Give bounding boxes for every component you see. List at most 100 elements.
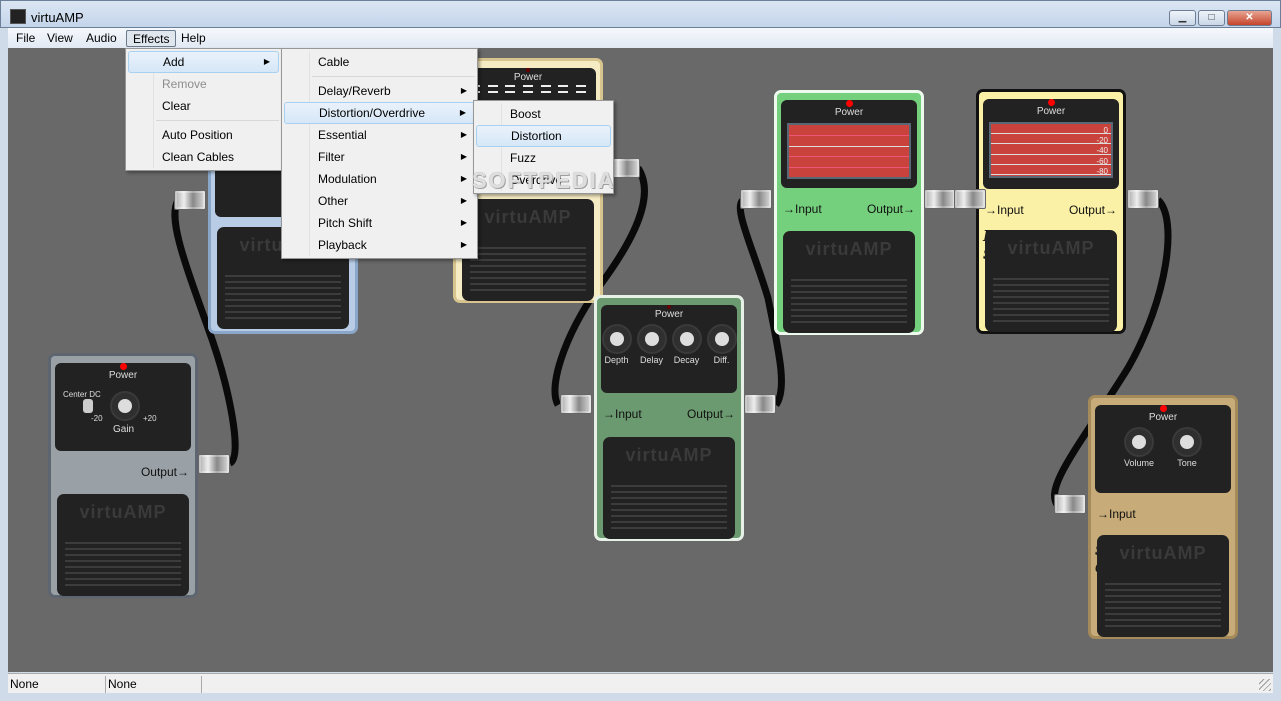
window-title: virtuAMP <box>31 10 84 25</box>
footswitch[interactable]: virtuAMP <box>603 437 735 539</box>
speaker-cabinet-body: →InputSpeaker CabnitvirtuAMP <box>1095 497 1231 639</box>
cable-jack[interactable] <box>924 189 956 209</box>
menu-item-filter[interactable]: Filter ▶ <box>284 146 475 168</box>
eq-slider[interactable] <box>487 85 498 87</box>
eq-slider[interactable] <box>522 91 533 93</box>
footswitch[interactable]: virtuAMP <box>462 199 594 301</box>
knob-diff[interactable]: Diff. <box>706 324 737 365</box>
menu-item-essential[interactable]: Essential ▶ <box>284 124 475 146</box>
power-led-icon <box>845 100 853 107</box>
menu-file[interactable]: File <box>10 30 41 47</box>
preamp-pedal[interactable]: Power Center DC -20 +20 Gain Output→Preampvir… <box>48 353 198 598</box>
delay-knob-icon[interactable] <box>636 324 667 354</box>
eq-slider[interactable] <box>505 85 516 87</box>
fft-spectrum-pedal[interactable]: Power0-20-40-60-80→InputOutput→FFT Spect… <box>976 89 1126 334</box>
input-port-label: →Input <box>603 407 642 421</box>
brand-logo: virtuAMP <box>625 445 713 465</box>
distortion-menu: Boost Distortion Fuzz Overdrive <box>473 100 614 194</box>
menu-item-fuzz[interactable]: Fuzz <box>476 147 611 169</box>
menu-item-auto-position[interactable]: Auto Position <box>128 124 279 146</box>
gain-max-label: +20 <box>143 414 157 423</box>
knob-decay[interactable]: Decay <box>671 324 702 365</box>
gain-knob-icon[interactable] <box>110 391 140 421</box>
cable-jack[interactable] <box>174 190 206 210</box>
menu-item-other[interactable]: Other ▶ <box>284 190 475 212</box>
submenu-arrow-icon: ▶ <box>459 108 466 117</box>
eq-slider[interactable] <box>576 91 587 93</box>
eq-slider[interactable] <box>558 85 569 87</box>
menu-view[interactable]: View <box>41 30 79 47</box>
menu-item-distortion-overdrive[interactable]: Distortion/Overdrive ▶ <box>284 102 475 124</box>
diff-label: Diff. <box>713 355 730 365</box>
oscilloscope-body: →InputOutput→OscilloscopevirtuAMP <box>781 192 917 335</box>
cable-jack[interactable] <box>1054 494 1086 514</box>
brand-logo: virtuAMP <box>1007 238 1095 258</box>
spectrum-screen: 0 -20 -40 -60 -80 <box>989 122 1113 178</box>
eq-slider[interactable] <box>487 91 498 93</box>
speaker-cabinet-pedal[interactable]: Power Volume Tone →InputSpeaker Cabnitvirtu… <box>1088 395 1238 639</box>
eq-slider[interactable] <box>540 91 551 93</box>
power-label: Power <box>108 370 138 381</box>
footswitch[interactable]: virtuAMP <box>1097 535 1229 637</box>
menu-item-pitch-shift[interactable]: Pitch Shift ▶ <box>284 212 475 234</box>
input-port-label: →Input <box>985 203 1024 217</box>
menu-item-distortion[interactable]: Distortion <box>476 125 611 147</box>
power-label: Power <box>834 107 864 118</box>
knob-delay[interactable]: Delay <box>636 324 667 365</box>
menu-item-add[interactable]: Add ▶ <box>128 51 279 73</box>
menu-item-clean-cables[interactable]: Clean Cables <box>128 146 279 168</box>
center-dc-switch[interactable] <box>83 399 93 413</box>
maximize-button[interactable]: □ <box>1198 10 1225 26</box>
decay-knob-icon[interactable] <box>671 324 702 354</box>
power-label: Power <box>1036 106 1066 117</box>
grille <box>791 275 907 323</box>
menu-item-boost[interactable]: Boost <box>476 103 611 125</box>
volume-knob-icon[interactable] <box>1124 427 1154 457</box>
menu-help[interactable]: Help <box>175 30 212 47</box>
eq-slider[interactable] <box>505 91 516 93</box>
scale-label: 0 <box>1103 125 1108 135</box>
oscilloscope-pedal[interactable]: Power →InputOutput→OscilloscopevirtuAMP <box>774 90 924 335</box>
footswitch[interactable]: virtuAMP <box>783 231 915 333</box>
cable-jack[interactable] <box>740 189 772 209</box>
grille <box>993 274 1109 322</box>
menu-item-overdrive[interactable]: Overdrive <box>476 169 611 191</box>
knob-depth[interactable]: Depth <box>601 324 632 365</box>
cable-jack[interactable] <box>1127 189 1159 209</box>
status-panel-2: None <box>106 676 202 693</box>
tone-label: Tone <box>1177 458 1197 468</box>
eq-slider[interactable] <box>558 91 569 93</box>
menu-item-clear[interactable]: Clear <box>128 95 279 117</box>
eq-slider[interactable] <box>522 85 533 87</box>
diff-knob-icon[interactable] <box>706 324 737 354</box>
resize-grip[interactable] <box>1259 679 1271 691</box>
oscilloscope-screen <box>787 123 911 179</box>
minimize-button[interactable]: ▁ <box>1169 10 1196 26</box>
eq-slider[interactable] <box>576 85 587 87</box>
cable-jack[interactable] <box>954 189 986 209</box>
oscilloscope-control-panel: Power <box>781 100 917 188</box>
menu-item-modulation[interactable]: Modulation ▶ <box>284 168 475 190</box>
tone-knob-icon[interactable] <box>1172 427 1202 457</box>
depth-knob-icon[interactable] <box>601 324 632 354</box>
footswitch[interactable]: virtuAMP <box>57 494 189 596</box>
knob-volume[interactable]: Volume <box>1117 427 1161 468</box>
brand-logo: virtuAMP <box>79 502 167 522</box>
menu-item-delay-reverb[interactable]: Delay/Reverb ▶ <box>284 80 475 102</box>
screen-line <box>789 145 909 147</box>
knob-tone[interactable]: Tone <box>1165 427 1209 468</box>
close-button[interactable]: ✕ <box>1227 10 1272 26</box>
eq-sliders-row2[interactable] <box>460 89 596 95</box>
menu-item-playback[interactable]: Playback ▶ <box>284 234 475 256</box>
cable-jack[interactable] <box>560 394 592 414</box>
menu-audio[interactable]: Audio <box>80 30 123 47</box>
cable-jack[interactable] <box>744 394 776 414</box>
footswitch[interactable]: virtuAMP <box>985 230 1117 332</box>
power-led-icon <box>1159 405 1167 412</box>
grille <box>225 271 341 319</box>
eq-slider[interactable] <box>540 85 551 87</box>
cable-jack[interactable] <box>198 454 230 474</box>
menu-effects[interactable]: Effects <box>126 30 177 47</box>
menu-item-cable[interactable]: Cable <box>284 51 475 73</box>
reverb-pedal[interactable]: PowerDepthDelayDecayDiff.→InputOutput→Re… <box>594 295 744 541</box>
